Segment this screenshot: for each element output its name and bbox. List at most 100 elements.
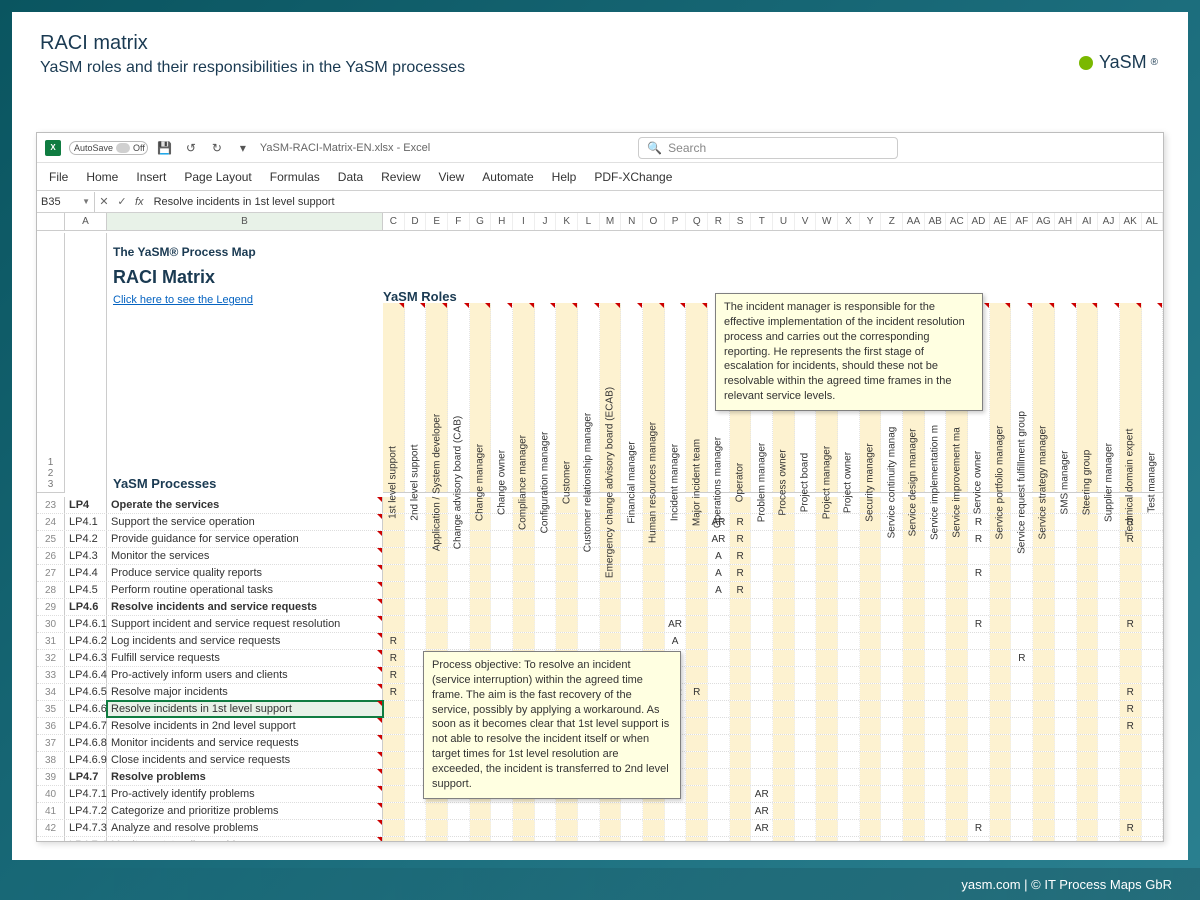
raci-cell[interactable] <box>773 786 795 802</box>
row-number[interactable]: 31 <box>37 633 65 649</box>
raci-cell[interactable] <box>1055 735 1077 751</box>
raci-cell[interactable]: AR <box>751 786 773 802</box>
raci-cell[interactable] <box>578 803 600 819</box>
raci-cell[interactable]: R <box>968 616 990 632</box>
raci-cell[interactable] <box>881 565 903 581</box>
raci-cell[interactable] <box>795 565 817 581</box>
process-id[interactable]: LP4.2 <box>65 531 107 547</box>
raci-cell[interactable] <box>686 633 708 649</box>
raci-cell[interactable] <box>1033 803 1055 819</box>
raci-cell[interactable] <box>838 769 860 785</box>
raci-cell[interactable] <box>578 582 600 598</box>
ribbon-tab[interactable]: File <box>49 170 68 184</box>
process-id[interactable]: LP4.7.3 <box>65 820 107 836</box>
raci-cell[interactable] <box>903 701 925 717</box>
row-number[interactable]: 34 <box>37 684 65 700</box>
row-number[interactable]: 43 <box>37 837 65 841</box>
col-header[interactable]: F <box>448 213 470 230</box>
raci-cell[interactable] <box>730 752 752 768</box>
raci-cell[interactable] <box>1120 769 1142 785</box>
raci-cell[interactable] <box>556 820 578 836</box>
raci-cell[interactable] <box>1011 769 1033 785</box>
raci-cell[interactable] <box>600 599 622 615</box>
raci-cell[interactable] <box>773 650 795 666</box>
raci-cell[interactable] <box>990 786 1012 802</box>
raci-cell[interactable] <box>816 565 838 581</box>
row-number[interactable]: 39 <box>37 769 65 785</box>
raci-cell[interactable] <box>795 769 817 785</box>
raci-cell[interactable] <box>448 616 470 632</box>
role-column[interactable]: SMS manager <box>1055 303 1077 492</box>
raci-cell[interactable] <box>1055 514 1077 530</box>
raci-cell[interactable] <box>925 837 947 841</box>
raci-cell[interactable] <box>925 650 947 666</box>
raci-cell[interactable] <box>448 582 470 598</box>
raci-cell[interactable] <box>405 531 427 547</box>
raci-cell[interactable] <box>1120 599 1142 615</box>
col-header[interactable]: U <box>773 213 795 230</box>
raci-cell[interactable]: R <box>1011 650 1033 666</box>
raci-cell[interactable] <box>1055 820 1077 836</box>
role-column[interactable]: Major incident team <box>686 303 708 492</box>
raci-cell[interactable] <box>1120 837 1142 841</box>
raci-cell[interactable] <box>730 837 752 841</box>
process-name[interactable]: Monitor outstanding problems <box>107 837 383 841</box>
process-name[interactable]: Support incident and service request res… <box>107 616 383 632</box>
raci-cell[interactable] <box>990 565 1012 581</box>
raci-cell[interactable] <box>1098 616 1120 632</box>
table-row[interactable]: 28LP4.5Perform routine operational tasks… <box>37 582 1163 599</box>
raci-cell[interactable] <box>1098 599 1120 615</box>
raci-cell[interactable] <box>1098 820 1120 836</box>
ribbon-tab[interactable]: Formulas <box>270 170 320 184</box>
raci-cell[interactable] <box>860 701 882 717</box>
process-name[interactable]: Resolve incidents in 2nd level support <box>107 718 383 734</box>
process-name[interactable]: Resolve incidents and service requests <box>107 599 383 615</box>
raci-cell[interactable] <box>1098 837 1120 841</box>
raci-cell[interactable] <box>708 769 730 785</box>
col-header[interactable]: AH <box>1055 213 1077 230</box>
raci-cell[interactable] <box>470 582 492 598</box>
raci-cell[interactable] <box>860 616 882 632</box>
raci-cell[interactable] <box>1055 769 1077 785</box>
raci-cell[interactable] <box>903 803 925 819</box>
raci-cell[interactable] <box>491 837 513 841</box>
raci-cell[interactable] <box>773 701 795 717</box>
raci-cell[interactable] <box>1077 752 1099 768</box>
raci-cell[interactable] <box>708 837 730 841</box>
raci-cell[interactable] <box>1077 769 1099 785</box>
row-number[interactable]: 36 <box>37 718 65 734</box>
raci-cell[interactable] <box>405 582 427 598</box>
raci-cell[interactable] <box>968 837 990 841</box>
raci-cell[interactable] <box>1033 548 1055 564</box>
raci-cell[interactable] <box>903 565 925 581</box>
role-column[interactable]: 2nd level support <box>405 303 427 492</box>
raci-cell[interactable] <box>1055 548 1077 564</box>
raci-cell[interactable] <box>860 684 882 700</box>
raci-cell[interactable] <box>881 837 903 841</box>
process-id[interactable]: LP4.7 <box>65 769 107 785</box>
raci-cell[interactable] <box>990 650 1012 666</box>
row-number[interactable]: 35 <box>37 701 65 717</box>
raci-cell[interactable] <box>1120 803 1142 819</box>
col-header[interactable]: S <box>730 213 752 230</box>
raci-cell[interactable] <box>903 548 925 564</box>
ribbon-tab[interactable]: PDF-XChange <box>594 170 672 184</box>
raci-cell[interactable] <box>881 667 903 683</box>
col-header[interactable]: P <box>665 213 687 230</box>
raci-cell[interactable] <box>535 531 557 547</box>
raci-cell[interactable] <box>1033 650 1055 666</box>
select-all-cell[interactable] <box>37 213 65 230</box>
process-id[interactable]: LP4.6.6 <box>65 701 107 717</box>
raci-cell[interactable] <box>881 548 903 564</box>
raci-cell[interactable] <box>1142 718 1163 734</box>
row-number[interactable]: 23 <box>37 497 65 513</box>
raci-cell[interactable] <box>383 786 405 802</box>
raci-cell[interactable] <box>881 582 903 598</box>
raci-cell[interactable] <box>903 599 925 615</box>
raci-cell[interactable] <box>925 820 947 836</box>
raci-cell[interactable] <box>686 735 708 751</box>
raci-cell[interactable] <box>405 599 427 615</box>
row-number[interactable]: 25 <box>37 531 65 547</box>
raci-cell[interactable] <box>470 599 492 615</box>
raci-cell[interactable] <box>578 820 600 836</box>
